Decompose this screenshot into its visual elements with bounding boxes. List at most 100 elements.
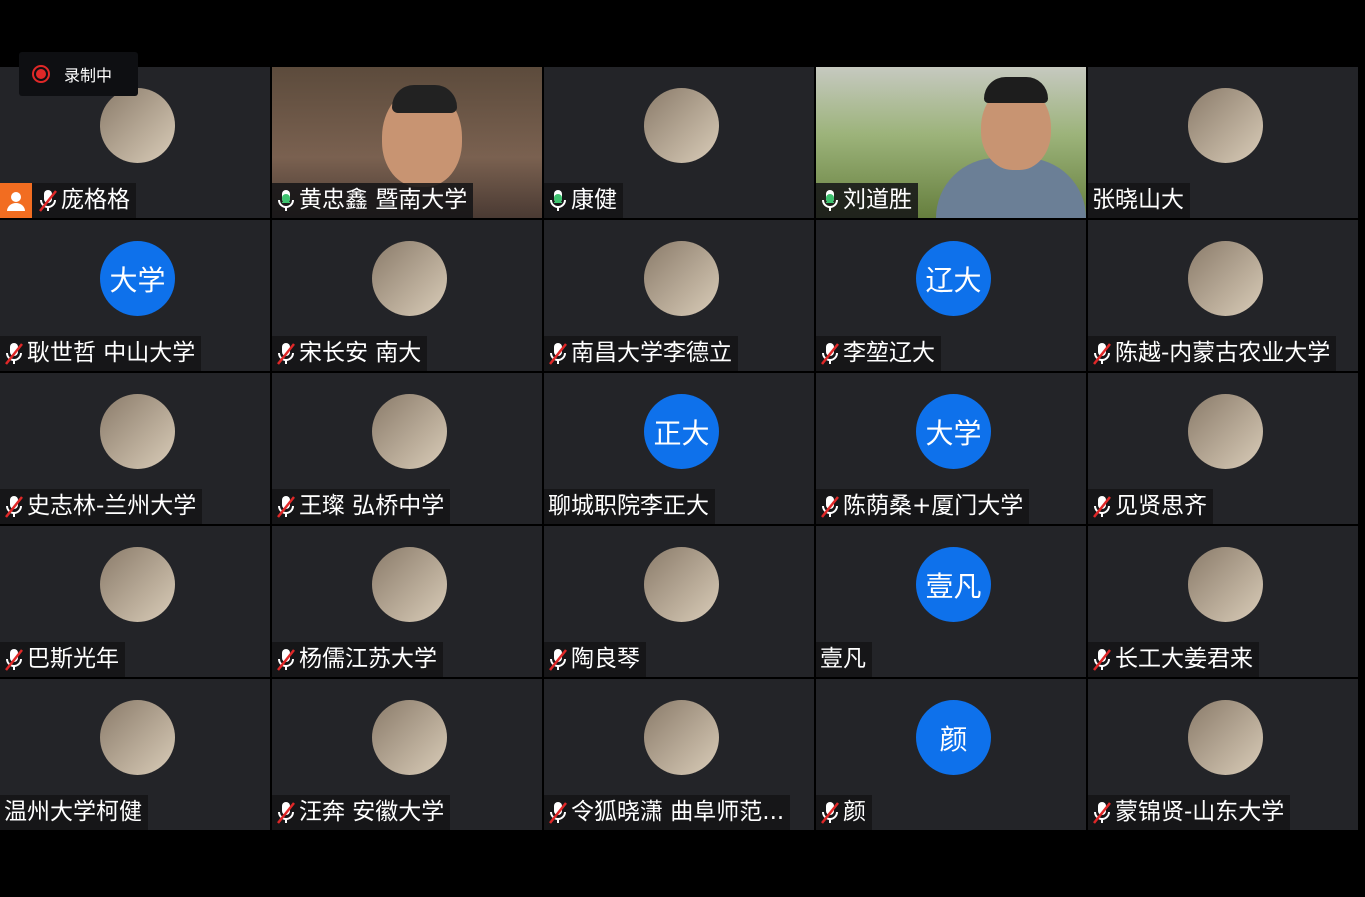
participant-name: 史志林-兰州大学 bbox=[27, 493, 197, 519]
avatar bbox=[644, 700, 719, 775]
participant-name: 宋长安 南大 bbox=[299, 340, 422, 366]
participant-tile[interactable]: 王璨 弘桥中学 bbox=[272, 373, 542, 524]
name-label: 聊城职院李正大 bbox=[544, 489, 715, 524]
participant-name: 长工大姜君来 bbox=[1115, 646, 1253, 672]
mic-muted-icon bbox=[5, 648, 23, 671]
mic-muted-icon bbox=[1093, 648, 1111, 671]
participant-name: 黄忠鑫 暨南大学 bbox=[299, 187, 468, 213]
participant-tile[interactable]: 汪奔 安徽大学 bbox=[272, 679, 542, 830]
participant-tile[interactable]: 黄忠鑫 暨南大学 bbox=[272, 67, 542, 218]
mic-muted-icon bbox=[5, 495, 23, 518]
participant-tile[interactable]: 杨儒江苏大学 bbox=[272, 526, 542, 677]
participant-tile[interactable]: 正大聊城职院李正大 bbox=[544, 373, 814, 524]
participant-tile[interactable]: 史志林-兰州大学 bbox=[0, 373, 270, 524]
participant-tile[interactable]: 康健 bbox=[544, 67, 814, 218]
name-label: 陈荫桑+厦门大学 bbox=[816, 489, 1030, 524]
avatar-initials: 大学 bbox=[925, 416, 982, 450]
avatar-initials: 正大 bbox=[653, 416, 710, 450]
avatar: 辽大 bbox=[916, 241, 991, 316]
name-label: 陶良琴 bbox=[544, 642, 646, 677]
mic-muted-icon bbox=[1093, 801, 1111, 824]
name-label: 长工大姜君来 bbox=[1088, 642, 1259, 677]
name-label: 颜 bbox=[816, 795, 872, 830]
name-label: 张晓山大 bbox=[1088, 183, 1190, 218]
participant-name: 见贤思齐 bbox=[1115, 493, 1207, 519]
avatar bbox=[1188, 700, 1263, 775]
participant-tile[interactable]: 大学 耿世哲 中山大学 bbox=[0, 220, 270, 371]
participant-tile[interactable]: 大学陈荫桑+厦门大学 bbox=[816, 373, 1086, 524]
mic-muted-icon bbox=[39, 189, 57, 212]
participant-tile[interactable]: 长工大姜君来 bbox=[1088, 526, 1358, 677]
participant-tile[interactable]: 温州大学柯健 bbox=[0, 679, 270, 830]
avatar bbox=[372, 700, 447, 775]
name-label: 壹凡 bbox=[816, 642, 872, 677]
name-label: 黄忠鑫 暨南大学 bbox=[272, 183, 474, 218]
mic-muted-icon bbox=[821, 342, 839, 365]
participant-name: 汪奔 安徽大学 bbox=[299, 799, 445, 825]
mic-muted-icon bbox=[277, 801, 295, 824]
participant-tile[interactable]: 颜颜 bbox=[816, 679, 1086, 830]
participant-name: 巴斯光年 bbox=[27, 646, 119, 672]
participant-tile[interactable]: 刘道胜 bbox=[816, 67, 1086, 218]
mic-muted-icon bbox=[821, 495, 839, 518]
name-label: 刘道胜 bbox=[816, 183, 918, 218]
name-label: 陈越-内蒙古农业大学 bbox=[1088, 336, 1337, 371]
participant-tile[interactable]: 陶良琴 bbox=[544, 526, 814, 677]
mic-muted-icon bbox=[549, 342, 567, 365]
avatar bbox=[1188, 88, 1263, 163]
recording-indicator[interactable]: 录制中 bbox=[19, 52, 138, 96]
participant-name: 令狐晓潇 曲阜师范... bbox=[571, 799, 785, 825]
name-label: 温州大学柯健 bbox=[0, 795, 148, 830]
participant-tile[interactable]: 辽大李堃辽大 bbox=[816, 220, 1086, 371]
mic-muted-icon bbox=[821, 801, 839, 824]
name-label: 杨儒江苏大学 bbox=[272, 642, 443, 677]
participant-name: 陈荫桑+厦门大学 bbox=[843, 493, 1024, 519]
participant-tile[interactable]: 张晓山大 bbox=[1088, 67, 1358, 218]
name-label: 汪奔 安徽大学 bbox=[272, 795, 451, 830]
name-label: 见贤思齐 bbox=[1088, 489, 1213, 524]
avatar bbox=[644, 88, 719, 163]
host-badge-icon bbox=[0, 183, 32, 218]
participant-name: 张晓山大 bbox=[1092, 187, 1184, 213]
participant-name: 聊城职院李正大 bbox=[548, 493, 709, 519]
name-label: 耿世哲 中山大学 bbox=[0, 336, 202, 371]
mic-on-icon bbox=[550, 189, 566, 211]
mic-muted-icon bbox=[1093, 495, 1111, 518]
participant-name: 王璨 弘桥中学 bbox=[299, 493, 445, 519]
avatar-initials: 壹凡 bbox=[925, 569, 982, 603]
avatar bbox=[1188, 241, 1263, 316]
participant-name: 陈越-内蒙古农业大学 bbox=[1115, 340, 1331, 366]
mic-muted-icon bbox=[277, 495, 295, 518]
participant-tile[interactable]: 宋长安 南大 bbox=[272, 220, 542, 371]
mic-muted-icon bbox=[277, 648, 295, 671]
mic-muted-icon bbox=[5, 342, 23, 365]
participant-tile[interactable]: 南昌大学李德立 bbox=[544, 220, 814, 371]
record-icon bbox=[32, 65, 50, 83]
mic-muted-icon bbox=[549, 801, 567, 824]
name-label: 巴斯光年 bbox=[0, 642, 125, 677]
participant-name: 温州大学柯健 bbox=[4, 799, 142, 825]
name-label: 宋长安 南大 bbox=[272, 336, 428, 371]
participant-name: 蒙锦贤-山东大学 bbox=[1115, 799, 1285, 825]
name-label: 史志林-兰州大学 bbox=[0, 489, 203, 524]
participant-name: 耿世哲 中山大学 bbox=[27, 340, 196, 366]
avatar bbox=[100, 394, 175, 469]
participant-tile[interactable]: 巴斯光年 bbox=[0, 526, 270, 677]
participant-tile[interactable]: 见贤思齐 bbox=[1088, 373, 1358, 524]
avatar bbox=[372, 547, 447, 622]
participant-tile[interactable]: 蒙锦贤-山东大学 bbox=[1088, 679, 1358, 830]
avatar: 正大 bbox=[644, 394, 719, 469]
mic-on-icon bbox=[822, 189, 838, 211]
avatar bbox=[1188, 547, 1263, 622]
avatar-initials: 辽大 bbox=[925, 263, 982, 297]
participant-tile[interactable]: 陈越-内蒙古农业大学 bbox=[1088, 220, 1358, 371]
name-label: 李堃辽大 bbox=[816, 336, 941, 371]
participant-name: 庞格格 bbox=[61, 187, 130, 213]
mic-muted-icon bbox=[549, 648, 567, 671]
participant-tile[interactable]: 壹凡 壹凡 bbox=[816, 526, 1086, 677]
recording-label: 录制中 bbox=[64, 66, 113, 85]
participant-name: 杨儒江苏大学 bbox=[299, 646, 437, 672]
avatar bbox=[372, 241, 447, 316]
participant-tile[interactable]: 令狐晓潇 曲阜师范... bbox=[544, 679, 814, 830]
participant-name: 陶良琴 bbox=[571, 646, 640, 672]
